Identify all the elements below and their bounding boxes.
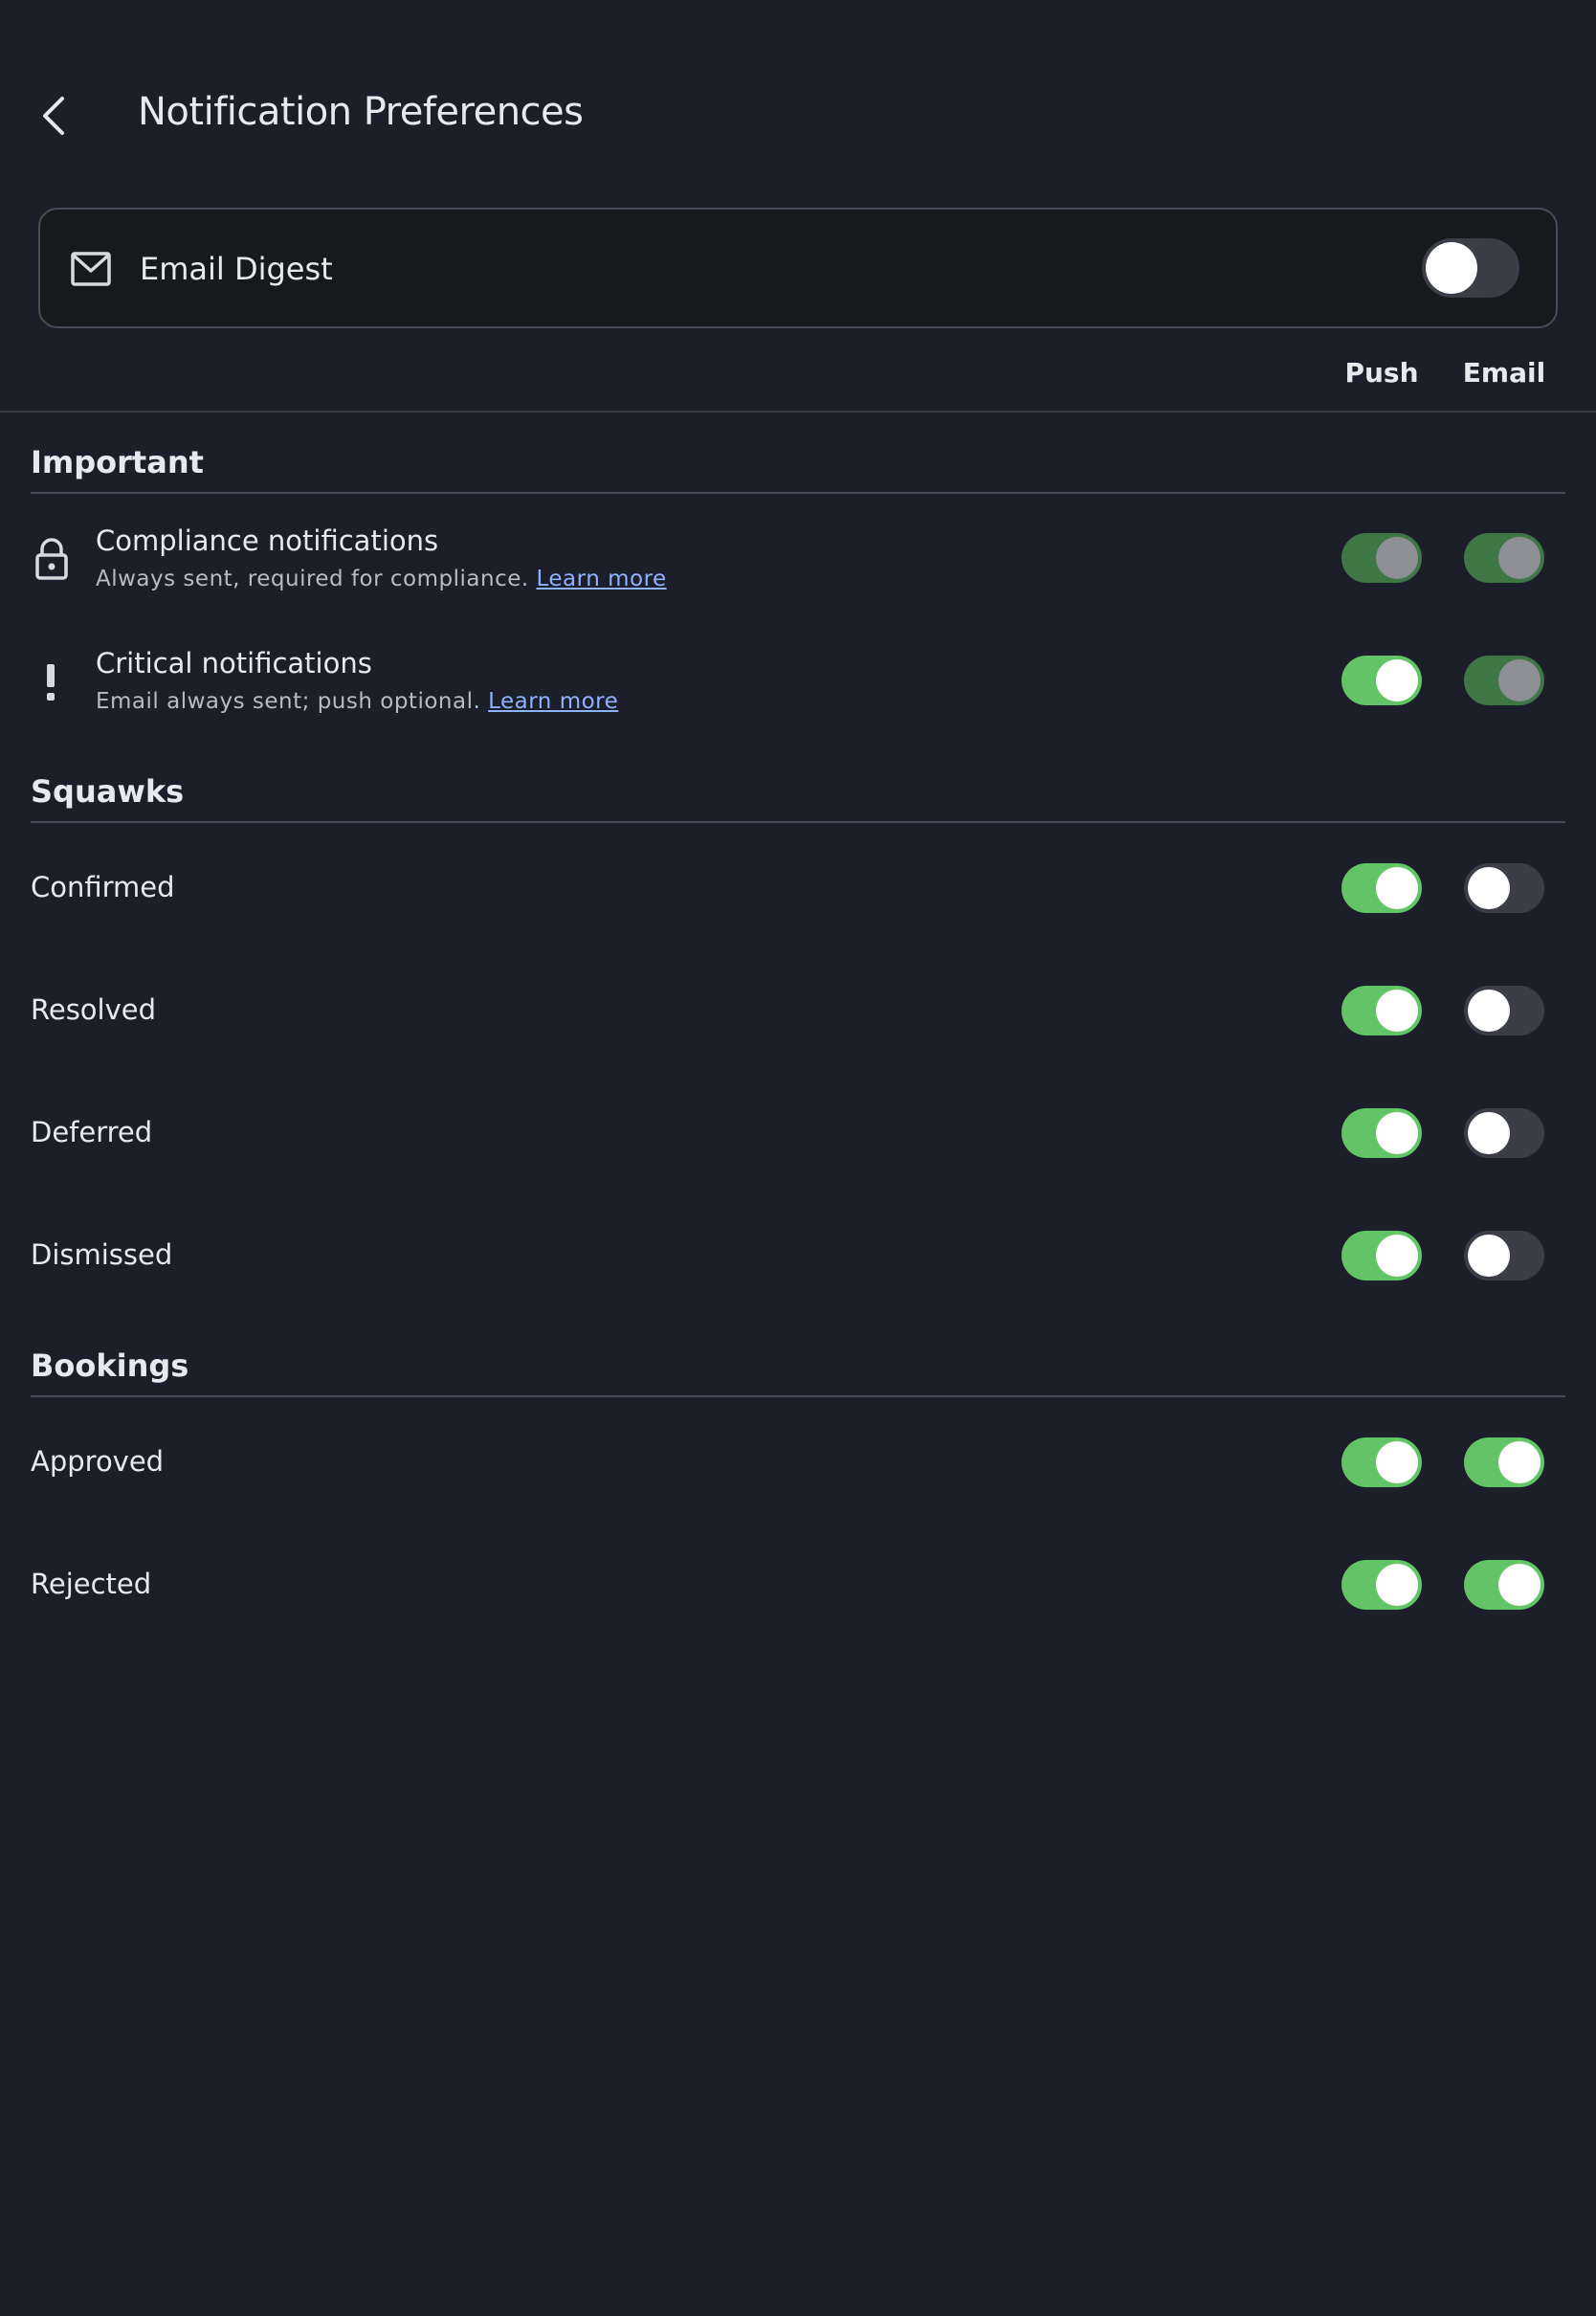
section-divider — [31, 492, 1565, 494]
row-title: Dismissed — [31, 1238, 173, 1271]
email-digest-card: Email Digest — [38, 208, 1558, 328]
row-title: Approved — [31, 1445, 165, 1478]
push-toggle-resolved[interactable] — [1341, 986, 1422, 1036]
learn-more-link[interactable]: Learn more — [537, 567, 667, 591]
back-button[interactable] — [29, 86, 78, 145]
row-subtitle-text: Email always sent; push optional. — [96, 689, 481, 714]
toggle-knob — [1376, 1564, 1418, 1606]
toggle-knob — [1376, 1441, 1418, 1483]
lock-icon — [35, 538, 68, 580]
push-toggle-rejected[interactable] — [1341, 1560, 1422, 1610]
section-title-bookings: Bookings — [31, 1347, 189, 1384]
email-toggle-deferred[interactable] — [1464, 1108, 1544, 1158]
toggle-knob — [1376, 990, 1418, 1032]
toggle-knob — [1376, 1235, 1418, 1277]
divider — [0, 411, 1596, 412]
push-toggle-confirmed[interactable] — [1341, 863, 1422, 913]
email-toggle-compliance — [1464, 533, 1544, 583]
envelope-icon — [71, 252, 111, 286]
row-title: Rejected — [31, 1568, 152, 1600]
row-title: Resolved — [31, 993, 157, 1026]
column-header-email: Email — [1462, 357, 1546, 389]
chevron-left-icon — [43, 97, 64, 135]
email-toggle-rejected[interactable] — [1464, 1560, 1544, 1610]
push-toggle-compliance — [1341, 533, 1422, 583]
toggle-knob — [1426, 242, 1477, 294]
toggle-knob — [1468, 990, 1510, 1032]
toggle-knob — [1376, 1112, 1418, 1154]
exclamation-icon — [47, 664, 55, 701]
toggle-knob — [1376, 867, 1418, 909]
push-toggle-deferred[interactable] — [1341, 1108, 1422, 1158]
section-title-squawks: Squawks — [31, 773, 185, 810]
row-title: Critical notifications — [96, 647, 372, 679]
toggle-knob — [1376, 659, 1418, 701]
section-divider — [31, 1395, 1565, 1397]
row-subtitle-text: Always sent, required for compliance. — [96, 567, 529, 591]
email-toggle-dismissed[interactable] — [1464, 1231, 1544, 1280]
row-subtitle: Always sent, required for compliance. Le… — [96, 567, 667, 591]
row-title: Deferred — [31, 1116, 153, 1148]
toggle-knob — [1498, 537, 1541, 579]
toggle-knob — [1468, 1235, 1510, 1277]
toggle-knob — [1468, 867, 1510, 909]
column-header-push: Push — [1344, 357, 1419, 389]
row-title: Compliance notifications — [96, 524, 439, 557]
email-digest-label: Email Digest — [140, 251, 333, 287]
toggle-knob — [1376, 537, 1418, 579]
push-toggle-approved[interactable] — [1341, 1437, 1422, 1487]
learn-more-link[interactable]: Learn more — [488, 689, 618, 714]
row-title: Confirmed — [31, 871, 175, 903]
section-title-important: Important — [31, 444, 204, 480]
header: Notification Preferences — [0, 0, 1596, 191]
email-toggle-approved[interactable] — [1464, 1437, 1544, 1487]
row-subtitle: Email always sent; push optional. Learn … — [96, 689, 618, 714]
push-toggle-critical[interactable] — [1341, 656, 1422, 705]
toggle-knob — [1498, 1441, 1541, 1483]
section-divider — [31, 821, 1565, 823]
toggle-knob — [1468, 1112, 1510, 1154]
toggle-knob — [1498, 659, 1541, 701]
toggle-knob — [1498, 1564, 1541, 1606]
email-toggle-resolved[interactable] — [1464, 986, 1544, 1036]
email-digest-toggle[interactable] — [1422, 238, 1519, 298]
push-toggle-dismissed[interactable] — [1341, 1231, 1422, 1280]
email-toggle-critical — [1464, 656, 1544, 705]
page-title: Notification Preferences — [138, 90, 584, 134]
email-toggle-confirmed[interactable] — [1464, 863, 1544, 913]
